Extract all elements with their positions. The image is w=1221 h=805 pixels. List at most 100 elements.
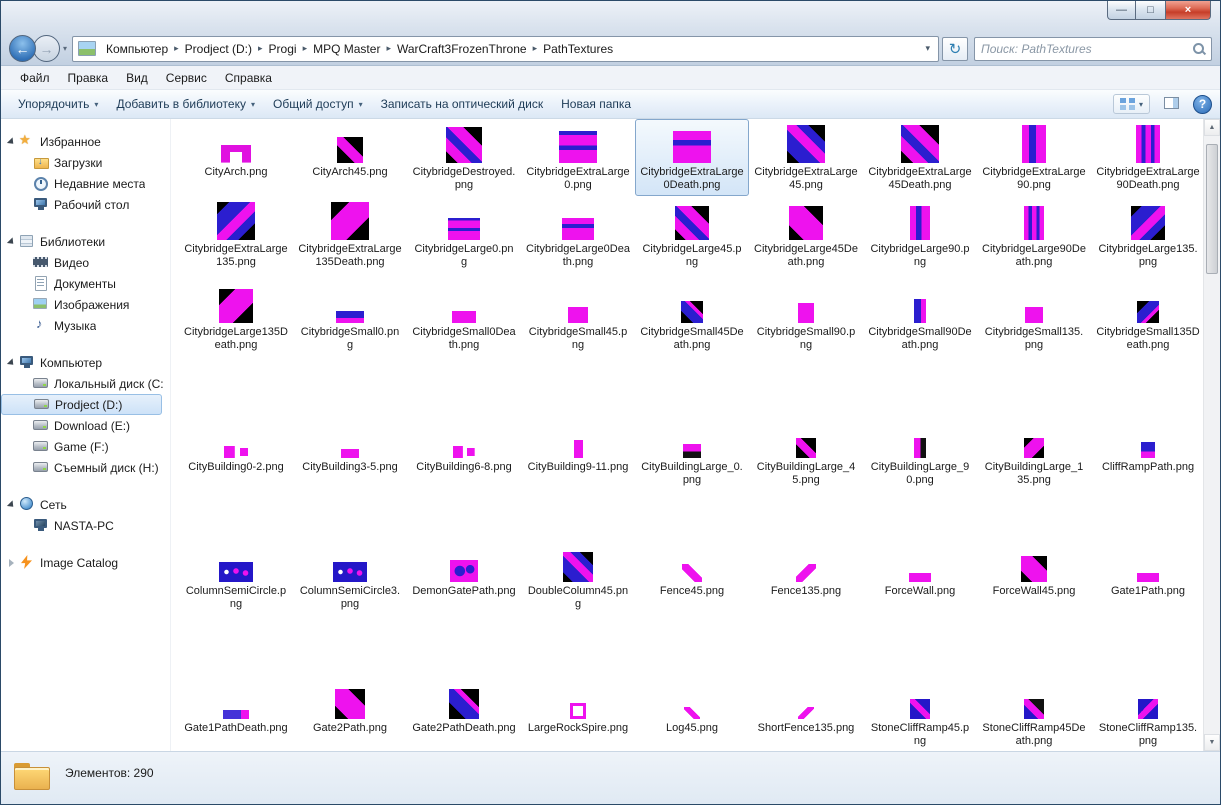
file-item[interactable]: StoneCliffRamp135.png [1091,685,1205,751]
sidebar-section[interactable]: Избранное [1,131,170,152]
sidebar-item[interactable]: Download (E:) [1,415,170,436]
sidebar-item[interactable]: Game (F:) [1,436,170,457]
breadcrumb-segment[interactable]: Prodject (D:) [180,39,257,59]
sidebar-section[interactable]: Библиотеки [1,231,170,252]
toolbar-button[interactable]: Общий доступ ▾ [264,93,372,115]
file-item[interactable]: CitybridgeDestroyed.png [407,119,521,196]
file-item[interactable]: CitybridgeSmall90Death.png [863,279,977,356]
file-item[interactable]: CityBuildingLarge_45.png [749,424,863,491]
sidebar-item[interactable]: Загрузки [1,152,170,173]
file-item[interactable]: Fence135.png [749,548,863,615]
search-input[interactable] [975,37,1192,60]
change-view-button[interactable]: ▾ [1112,94,1150,114]
file-item[interactable]: CitybridgeSmall90.png [749,279,863,356]
sidebar-item[interactable]: Недавние места [1,173,170,194]
sidebar-item[interactable]: Съемный диск (H:) [1,457,170,478]
file-item[interactable]: ForceWall45.png [977,548,1091,615]
expanded-arrow-icon[interactable] [6,236,17,247]
sidebar-item[interactable]: Изображения [1,294,170,315]
address-bar[interactable]: Компьютер ▸ Prodject (D:) ▸ Progi ▸ MPQ Master… [72,35,939,62]
file-item[interactable]: CitybridgeExtraLarge45.png [749,119,863,196]
forward-button[interactable]: → [33,35,60,62]
breadcrumb-segment[interactable]: Компьютер [101,39,173,59]
file-item[interactable]: CityBuilding0-2.png [179,424,293,491]
menu-item[interactable]: Правка [59,68,118,88]
file-item[interactable]: CityBuilding6-8.png [407,424,521,491]
file-item[interactable]: CitybridgeExtraLarge90.png [977,119,1091,196]
vertical-scrollbar[interactable]: ▲ ▼ [1203,119,1220,751]
sidebar-item[interactable]: Рабочий стол [1,194,170,215]
file-item[interactable]: CitybridgeLarge90Death.png [977,196,1091,273]
file-item[interactable]: CitybridgeLarge90.png [863,196,977,273]
file-item[interactable]: CitybridgeLarge45.png [635,196,749,273]
scroll-down-button[interactable]: ▼ [1204,734,1220,751]
file-item[interactable]: ForceWall.png [863,548,977,615]
file-item[interactable]: LargeRockSpire.png [521,685,635,751]
close-button[interactable]: × [1165,1,1211,20]
file-item[interactable]: ColumnSemiCircle.png [179,548,293,615]
toolbar-button[interactable]: Упорядочить ▾ [9,93,107,115]
toolbar-button[interactable]: Записать на оптический диск [372,93,553,115]
breadcrumb-segment[interactable]: MPQ Master [308,39,385,59]
file-item[interactable]: CitybridgeLarge0.png [407,196,521,273]
toolbar-button[interactable]: Новая папка [552,93,640,115]
file-item[interactable]: StoneCliffRamp45.png [863,685,977,751]
file-item[interactable]: CityArch45.png [293,119,407,196]
file-item[interactable]: ShortFence135.png [749,685,863,751]
file-item[interactable]: CitybridgeLarge135Death.png [179,279,293,356]
title-bar[interactable]: — □ × [1,1,1220,33]
menu-item[interactable]: Справка [216,68,281,88]
file-item[interactable]: CitybridgeExtraLarge90Death.png [1091,119,1205,196]
file-item[interactable]: CitybridgeSmall0Death.png [407,279,521,356]
sidebar-section[interactable]: Компьютер [1,352,170,373]
file-item[interactable]: CitybridgeExtraLarge45Death.png [863,119,977,196]
file-item[interactable]: Log45.png [635,685,749,751]
file-item[interactable]: CitybridgeExtraLarge0.png [521,119,635,196]
file-item[interactable]: CitybridgeLarge135.png [1091,196,1205,273]
address-dropdown-chevron[interactable]: ▾ [917,43,938,54]
menu-item[interactable]: Сервис [157,68,216,88]
file-item[interactable]: CityArch.png [179,119,293,196]
sidebar-item[interactable]: Видео [1,252,170,273]
recent-pages-chevron[interactable]: ▾ [60,44,72,53]
scroll-up-button[interactable]: ▲ [1204,119,1220,136]
file-item[interactable]: Gate1PathDeath.png [179,685,293,751]
file-item[interactable]: CitybridgeSmall135.png [977,279,1091,356]
file-item[interactable]: CityBuildingLarge_0.png [635,424,749,491]
file-item[interactable]: CitybridgeSmall45.png [521,279,635,356]
sidebar-item[interactable]: Музыка [1,315,170,336]
help-button[interactable]: ? [1193,94,1212,114]
sidebar-section[interactable]: Image Catalog [1,552,170,573]
collapsed-arrow-icon[interactable] [9,558,14,567]
file-item[interactable]: CitybridgeLarge45Death.png [749,196,863,273]
file-item[interactable]: DoubleColumn45.png [521,548,635,615]
file-item[interactable]: CityBuilding9-11.png [521,424,635,491]
sidebar-item[interactable]: Локальный диск (C: [1,373,170,394]
file-item[interactable]: CitybridgeLarge0Death.png [521,196,635,273]
sidebar-section[interactable]: Сеть [1,494,170,515]
breadcrumb-segment[interactable]: Progi [264,39,302,59]
file-item[interactable]: ColumnSemiCircle3.png [293,548,407,615]
file-item[interactable]: CliffRampPath.png [1091,424,1205,491]
file-item[interactable]: StoneCliffRamp45Death.png [977,685,1091,751]
file-item[interactable]: CitybridgeExtraLarge135.png [179,196,293,273]
file-item[interactable]: CitybridgeExtraLarge0Death.png [635,119,749,196]
file-item[interactable]: Gate2Path.png [293,685,407,751]
scrollbar-thumb[interactable] [1206,144,1218,274]
refresh-button[interactable]: ↻ [942,36,968,61]
expanded-arrow-icon[interactable] [6,499,17,510]
file-item[interactable]: CitybridgeSmall0.png [293,279,407,356]
maximize-button[interactable]: □ [1136,1,1165,20]
file-item[interactable]: CitybridgeSmall135Death.png [1091,279,1205,356]
file-item[interactable]: CitybridgeSmall45Death.png [635,279,749,356]
file-item[interactable]: CityBuilding3-5.png [293,424,407,491]
menu-item[interactable]: Вид [117,68,157,88]
file-item[interactable]: CityBuildingLarge_90.png [863,424,977,491]
file-item[interactable]: Gate2PathDeath.png [407,685,521,751]
file-item[interactable]: DemonGatePath.png [407,548,521,615]
file-item[interactable]: CityBuildingLarge_135.png [977,424,1091,491]
sidebar-item[interactable]: NASTA-PC [1,515,170,536]
minimize-button[interactable]: — [1107,1,1136,20]
breadcrumb-segment[interactable]: PathTextures [538,39,618,59]
preview-pane-button[interactable] [1157,92,1186,117]
